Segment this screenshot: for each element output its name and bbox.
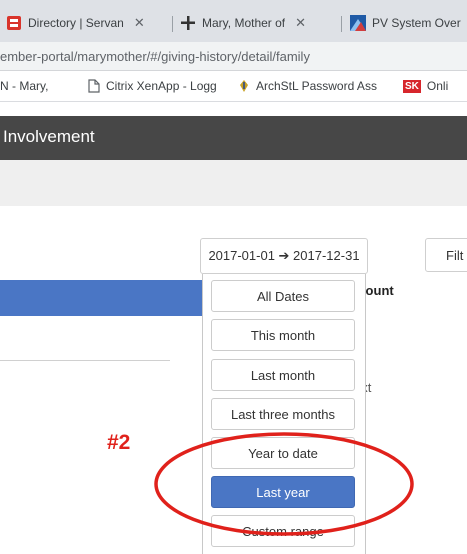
bookmark-mary[interactable]: N - Mary, — [0, 79, 48, 93]
option-last-three-months[interactable]: Last three months — [211, 398, 355, 430]
pv-favicon-icon — [350, 15, 366, 31]
option-custom-range[interactable]: Custom range — [211, 515, 355, 547]
bookmark-label: Onli — [426, 79, 449, 93]
page-icon — [88, 79, 100, 93]
date-range-button[interactable]: 2017-01-01 ➔ 2017-12-31 — [200, 238, 368, 274]
sk-badge-icon: SK — [403, 79, 421, 93]
address-bar[interactable]: ember-portal/marymother/#/giving-history… — [0, 42, 467, 71]
bookmarks-bar: N - Mary, Citrix XenApp - Logg ArchStL P… — [0, 71, 467, 102]
option-this-month[interactable]: This month — [211, 319, 355, 351]
browser-tab-pv[interactable]: PV System Over — [350, 10, 467, 36]
tab-separator — [172, 16, 173, 32]
bookmark-label: N - Mary, — [0, 79, 49, 93]
bookmark-label: Citrix XenApp - Logg — [106, 79, 217, 93]
bookmark-citrix[interactable]: Citrix XenApp - Logg — [88, 79, 217, 93]
browser-tab-directory[interactable]: Directory | Servan ✕ — [6, 10, 166, 36]
option-last-year[interactable]: Last year — [211, 476, 355, 508]
tab-title: PV System Over — [372, 16, 461, 30]
url-text[interactable]: ember-portal/marymother/#/giving-history… — [0, 49, 310, 64]
tab-separator — [341, 16, 342, 32]
section-header-bar — [0, 280, 202, 316]
option-last-month[interactable]: Last month — [211, 359, 355, 391]
close-tab-icon[interactable]: ✕ — [295, 15, 306, 31]
app-header: Involvement — [0, 116, 467, 160]
tab-title: Mary, Mother of — [202, 16, 286, 30]
browser-tab-strip: Directory | Servan ✕ Mary, Mother of ✕ P… — [0, 0, 467, 42]
toolbar-area — [0, 160, 467, 206]
tab-title: Directory | Servan — [28, 16, 124, 30]
divider — [0, 360, 170, 361]
page-title: Involvement — [3, 127, 95, 146]
bookmark-label: ArchStL Password Ass — [256, 79, 377, 93]
option-all-dates[interactable]: All Dates — [211, 280, 355, 312]
option-year-to-date[interactable]: Year to date — [211, 437, 355, 469]
browser-tab-mary[interactable]: Mary, Mother of ✕ — [180, 10, 335, 36]
close-tab-icon[interactable]: ✕ — [134, 15, 145, 31]
bookmark-archstl[interactable]: ArchStL Password Ass — [238, 79, 377, 93]
cross-favicon-icon — [180, 15, 196, 31]
date-range-menu: All Dates This month Last month Last thr… — [202, 274, 366, 554]
directory-favicon-icon — [6, 15, 22, 31]
annotation-label: #2 — [107, 431, 131, 454]
archdiocese-icon — [238, 79, 250, 93]
bookmark-online[interactable]: SK Onli — [403, 79, 448, 93]
filter-button[interactable]: Filt — [425, 238, 467, 272]
